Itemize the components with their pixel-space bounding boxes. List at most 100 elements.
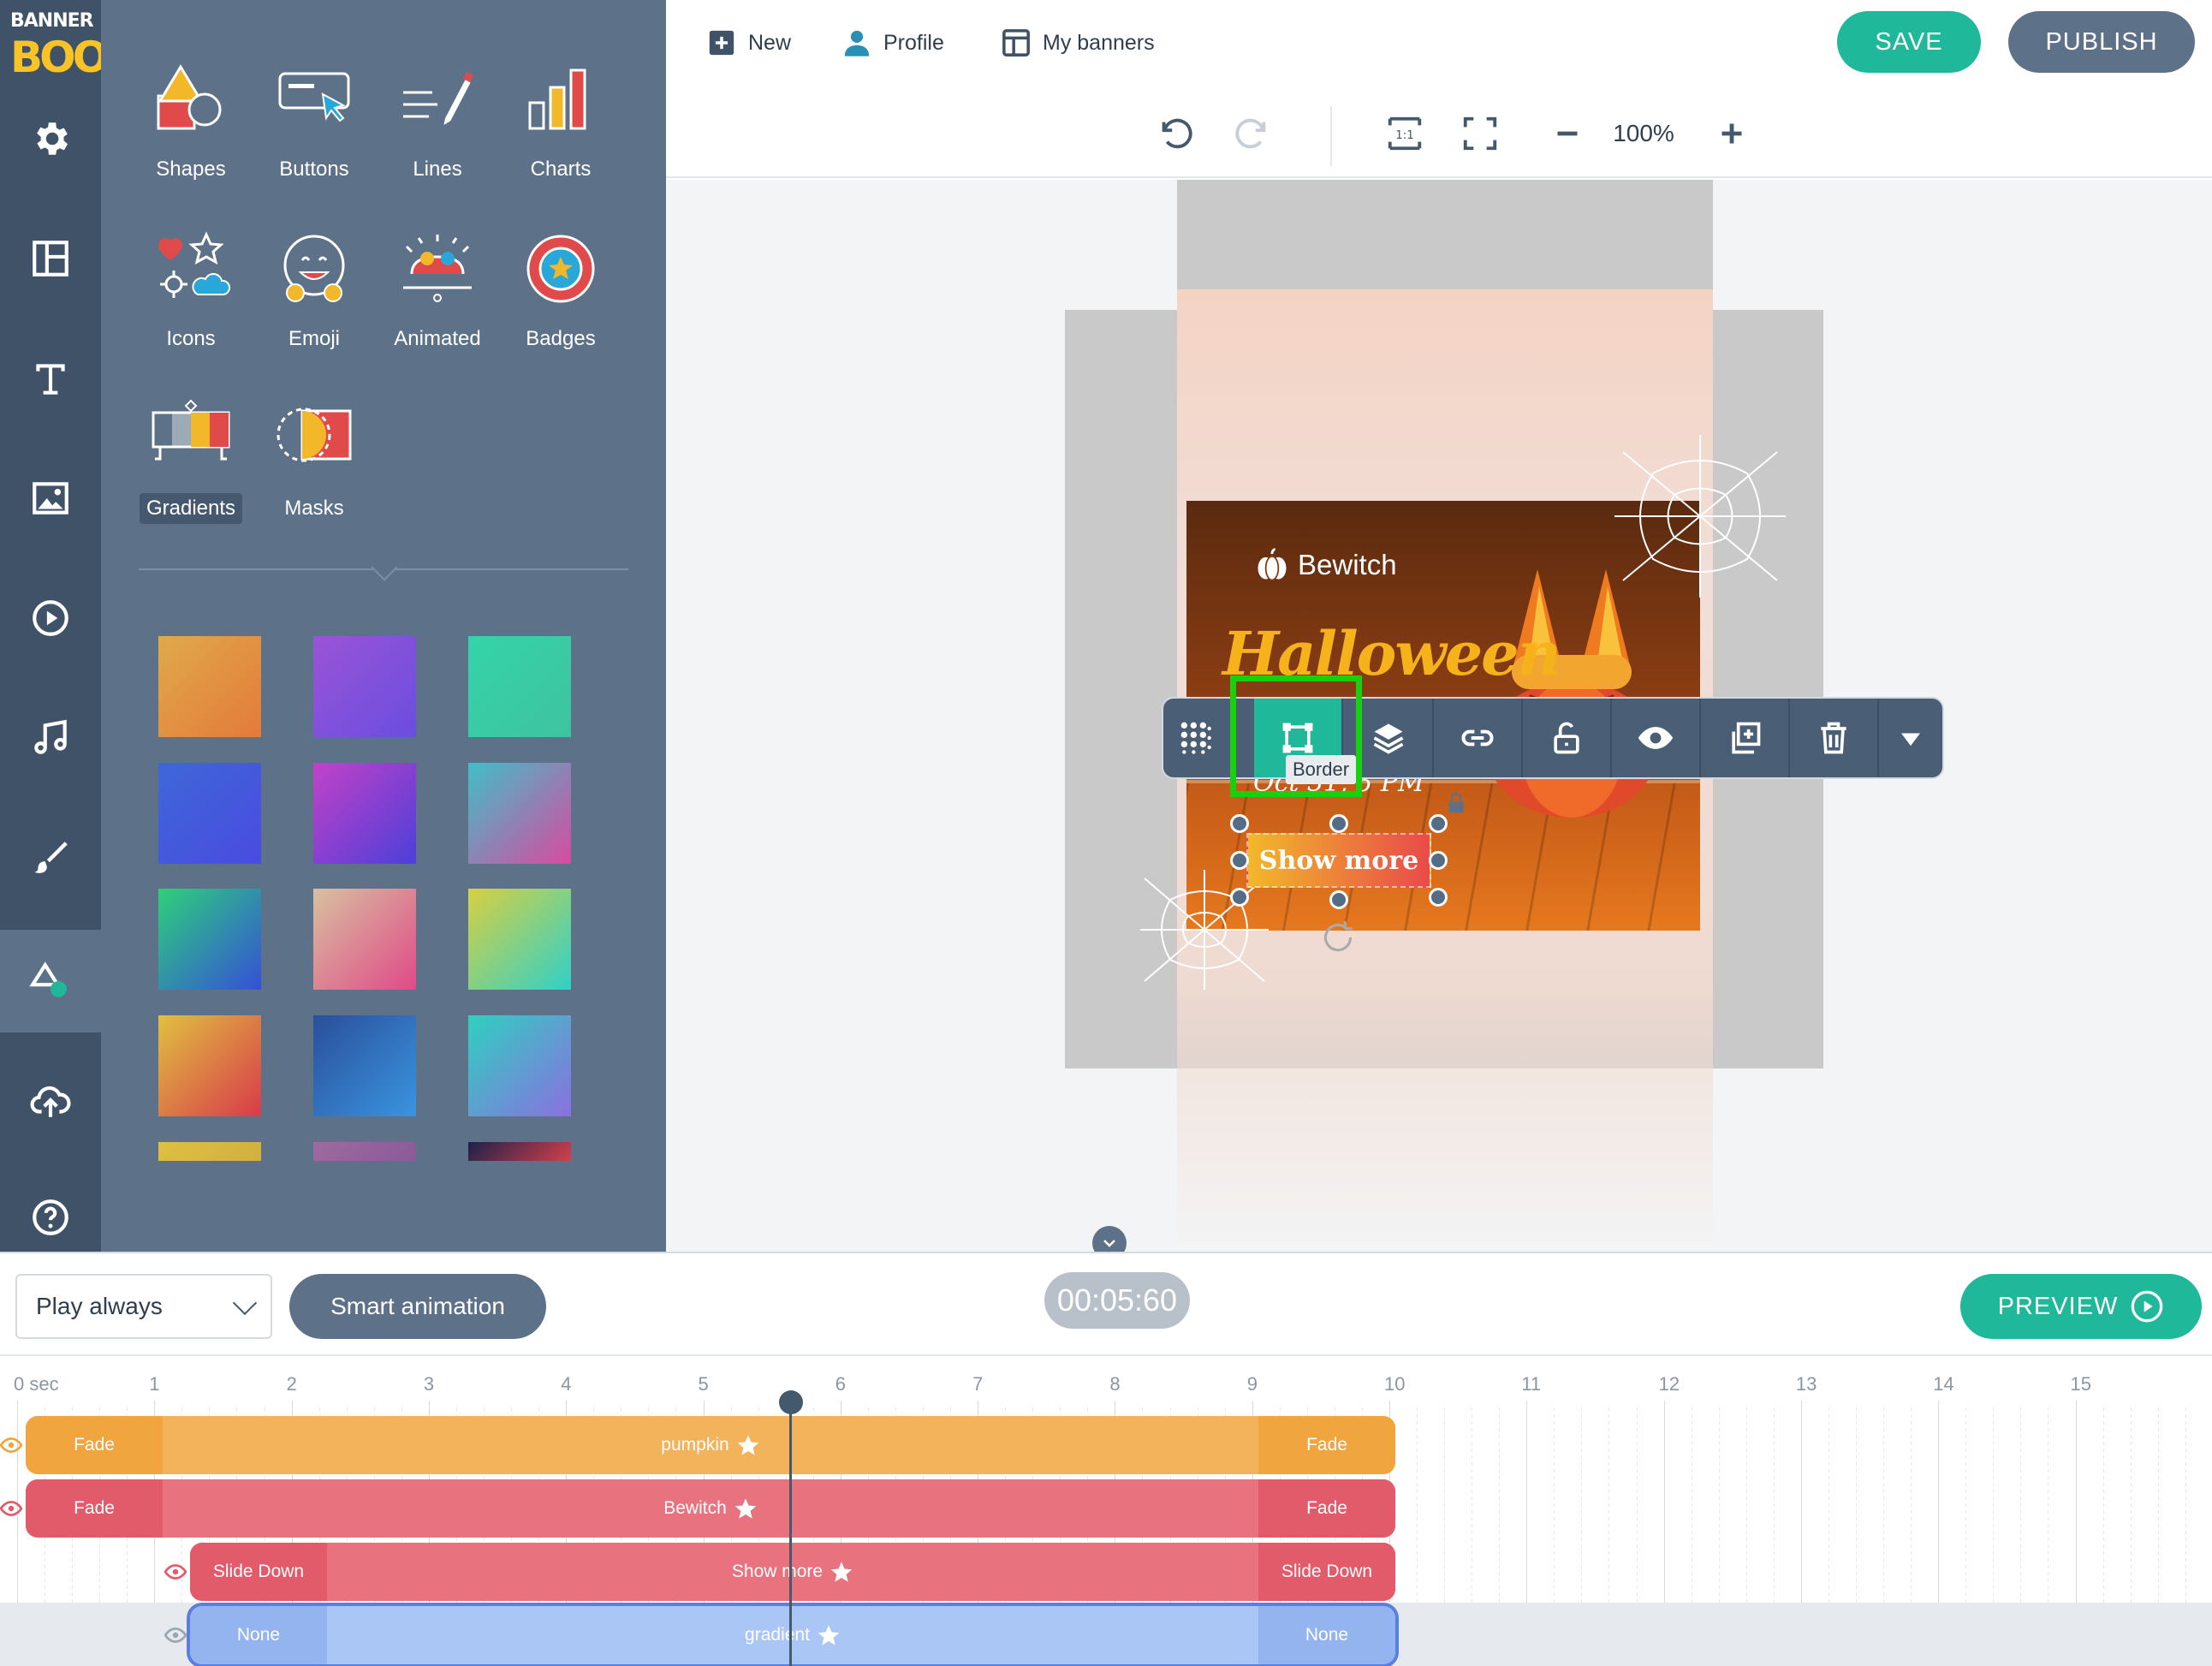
resize-handle-se[interactable]	[1429, 888, 1448, 907]
element-emoji[interactable]: Emoji	[253, 219, 376, 373]
track-visibility-icon[interactable]	[0, 1434, 22, 1456]
resize-handle-sw[interactable]	[1230, 888, 1249, 907]
playhead-knob[interactable]	[779, 1390, 803, 1414]
gradient-swatch[interactable]	[468, 636, 571, 737]
rail-brush[interactable]	[0, 806, 101, 909]
rail-text[interactable]	[0, 327, 101, 430]
gradient-swatch[interactable]	[313, 1015, 416, 1116]
visibility-button[interactable]	[1612, 699, 1701, 777]
actual-size-button[interactable]: 1:1	[1385, 113, 1424, 154]
gradient-swatch[interactable]	[313, 889, 416, 990]
element-charts[interactable]: Charts	[499, 50, 622, 204]
resize-handle-s[interactable]	[1329, 890, 1348, 909]
profile-button[interactable]: Profile	[842, 26, 944, 60]
element-lines[interactable]: Lines	[376, 50, 499, 204]
eye-icon	[1638, 727, 1674, 749]
animation-out-segment[interactable]: Fade	[1258, 1479, 1395, 1538]
duplicate-button[interactable]	[1701, 699, 1790, 777]
element-icons[interactable]: Icons	[129, 219, 253, 373]
gradient-swatch[interactable]	[468, 889, 571, 990]
gradient-swatch[interactable]	[158, 889, 261, 990]
fullscreen-button[interactable]	[1460, 113, 1500, 154]
delete-button[interactable]	[1790, 699, 1879, 777]
rail-video[interactable]	[0, 567, 101, 669]
gradients-icon	[152, 399, 230, 461]
gradient-swatch[interactable]	[468, 763, 571, 864]
my-banners-button[interactable]: My banners	[1002, 26, 1155, 60]
animation-in-segment[interactable]: Slide Down	[190, 1543, 327, 1601]
animation-out-segment[interactable]: None	[1258, 1606, 1395, 1664]
new-banner-button[interactable]: New	[707, 26, 791, 60]
bannerboo-logo[interactable]: BANNER BOO	[7, 10, 109, 82]
save-button[interactable]: SAVE	[1837, 11, 1981, 73]
rail-elements[interactable]	[0, 930, 101, 1032]
element-label: Gradients	[139, 493, 243, 524]
gradient-swatch[interactable]	[468, 1142, 571, 1161]
rail-upload[interactable]	[0, 1050, 101, 1152]
element-shapes[interactable]: Shapes	[129, 50, 253, 204]
smart-animation-button[interactable]: Smart animation	[289, 1274, 546, 1339]
star-icon[interactable]	[736, 1433, 760, 1457]
gradient-swatch[interactable]	[158, 1142, 261, 1161]
plus-square-icon	[709, 30, 734, 56]
star-icon[interactable]	[830, 1560, 853, 1584]
element-gradients[interactable]: Gradients	[129, 389, 253, 543]
play-mode-select[interactable]: Play always	[15, 1274, 272, 1339]
ruler-label: 2	[286, 1373, 297, 1395]
ruler-label: 6	[835, 1373, 847, 1395]
banner-brand[interactable]: Bewitch	[1253, 546, 1397, 584]
undo-button[interactable]	[1156, 113, 1195, 154]
rail-layouts[interactable]	[0, 207, 101, 310]
gradient-swatch[interactable]	[468, 1015, 571, 1116]
track-visibility-icon[interactable]	[164, 1624, 187, 1646]
animation-out-segment[interactable]: Fade	[1258, 1416, 1395, 1474]
animation-in-segment[interactable]: None	[190, 1606, 327, 1664]
ruler-label: 10	[1384, 1373, 1406, 1395]
animation-out-segment[interactable]: Slide Down	[1258, 1543, 1395, 1601]
animation-in-segment[interactable]: Fade	[26, 1416, 163, 1474]
redo-button[interactable]	[1233, 113, 1272, 154]
link-icon	[1461, 729, 1494, 747]
star-icon[interactable]	[734, 1496, 758, 1520]
transparency-button[interactable]	[1163, 699, 1232, 777]
resize-handle-n[interactable]	[1329, 814, 1348, 833]
resize-handle-nw[interactable]	[1230, 814, 1249, 833]
gradient-swatch[interactable]	[313, 1142, 416, 1161]
rotate-handle-icon[interactable]	[1312, 916, 1364, 959]
rail-images[interactable]	[0, 447, 101, 550]
gradient-swatch[interactable]	[158, 636, 261, 737]
timeline-bar[interactable]: Slide Down Show more Slide Down	[190, 1543, 1395, 1601]
profile-label: Profile	[883, 30, 944, 55]
star-icon[interactable]	[817, 1623, 841, 1647]
banner-cta-button[interactable]: Show more	[1246, 833, 1431, 888]
timeline-bar[interactable]: Fade pumpkin Fade	[26, 1416, 1395, 1474]
track-visibility-icon[interactable]	[0, 1497, 22, 1520]
zoom-in-button[interactable]	[1712, 113, 1751, 154]
resize-handle-w[interactable]	[1230, 851, 1249, 870]
playhead[interactable]	[789, 1392, 792, 1666]
pumpkin-image[interactable]	[1478, 569, 1666, 818]
more-options-button[interactable]	[1879, 699, 1942, 777]
gradient-swatch[interactable]	[158, 763, 261, 864]
gradient-swatch[interactable]	[313, 763, 416, 864]
resize-handle-e[interactable]	[1429, 851, 1448, 870]
element-buttons[interactable]: Buttons	[253, 50, 376, 204]
caret-down-icon	[1901, 733, 1920, 747]
zoom-out-button[interactable]	[1548, 113, 1587, 154]
element-badges[interactable]: Badges	[499, 219, 622, 373]
timeline-bar[interactable]: Fade Bewitch Fade	[26, 1479, 1395, 1538]
timeline-bar[interactable]: None gradient None	[190, 1606, 1395, 1664]
animation-in-segment[interactable]: Fade	[26, 1479, 163, 1538]
lock-button[interactable]	[1523, 699, 1612, 777]
plus-icon	[1721, 123, 1742, 144]
element-masks[interactable]: Masks	[253, 389, 376, 543]
preview-button[interactable]: PREVIEW	[1960, 1274, 2202, 1339]
gradient-swatch[interactable]	[313, 636, 416, 737]
element-animated[interactable]: Animated	[376, 219, 499, 373]
track-visibility-icon[interactable]	[164, 1561, 187, 1583]
rail-settings[interactable]	[0, 87, 101, 190]
publish-button[interactable]: PUBLISH	[2008, 11, 2195, 73]
rail-audio[interactable]	[0, 687, 101, 789]
link-button[interactable]	[1434, 699, 1523, 777]
gradient-swatch[interactable]	[158, 1015, 261, 1116]
